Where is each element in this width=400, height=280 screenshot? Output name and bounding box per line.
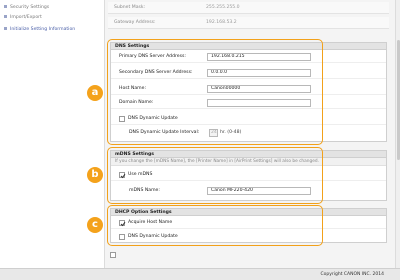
sidebar-item-import-export[interactable]: Import/Export — [4, 14, 42, 21]
footer: Copyright CANON INC. 2014 — [0, 268, 400, 280]
gateway-address-row: Gateway Address: 192.168.53.2 — [108, 17, 389, 29]
subnet-mask-row: Subnet Mask: 255.255.255.0 — [108, 2, 389, 14]
sidebar-item-label: Initialize Setting Information — [10, 27, 76, 32]
callout-frame-a — [107, 39, 323, 145]
sidebar-item-security-settings[interactable]: Security Settings — [4, 4, 49, 11]
bullet-icon — [4, 27, 7, 30]
bullet-icon — [4, 5, 7, 8]
bullet-icon — [4, 15, 7, 18]
callout-frame-c — [107, 205, 323, 246]
callout-badge-a: a — [87, 85, 103, 101]
callout-badge-b: b — [87, 167, 103, 183]
sidebar-item-initialize-setting-information[interactable]: Initialize Setting Information — [4, 26, 75, 33]
copyright-text: Copyright CANON INC. 2014 — [320, 272, 385, 277]
subnet-mask-label: Subnet Mask: — [114, 5, 146, 10]
sidebar-item-label: Security Settings — [10, 5, 50, 10]
scrollbar[interactable] — [395, 0, 400, 268]
callout-badge-c: c — [87, 217, 103, 233]
page-top-icon[interactable] — [110, 252, 116, 258]
callout-frame-b — [107, 147, 323, 204]
gateway-address-label: Gateway Address: — [114, 20, 156, 25]
sidebar-item-label: Import/Export — [10, 15, 42, 20]
subnet-mask-value: 255.255.255.0 — [206, 5, 240, 10]
gateway-address-value: 192.168.53.2 — [206, 20, 237, 25]
